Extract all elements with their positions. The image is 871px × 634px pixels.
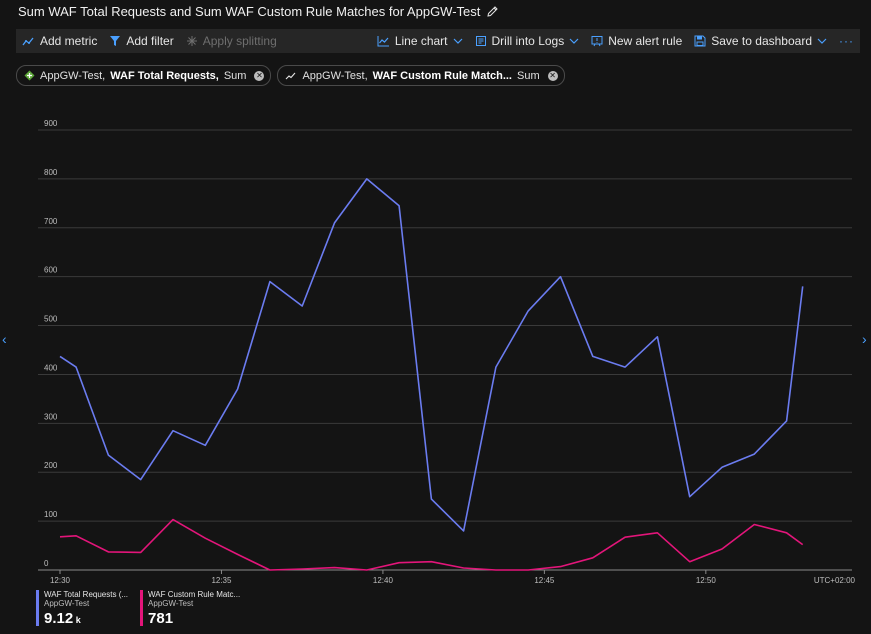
edit-pencil-icon[interactable] [486,5,499,18]
save-to-dashboard-label: Save to dashboard [711,34,812,48]
legend-item-total-requests[interactable]: WAF Total Requests (... AppGW-Test 9.12 … [36,590,128,629]
legend-metric-name: WAF Total Requests (... [44,590,129,599]
legend-value: 9.12 k [44,610,128,629]
x-tick-label: 12:45 [534,576,555,585]
chart-title: Sum WAF Total Requests and Sum WAF Custo… [18,4,481,19]
add-metric-label: Add metric [40,34,98,48]
line-chart-dropdown[interactable]: Line chart [371,34,469,48]
legend-color-bar [140,590,144,626]
y-tick-label: 400 [44,363,58,372]
x-tick-label: 12:35 [211,576,232,585]
y-tick-label: 800 [44,168,58,177]
chip-aggregation: Sum [517,69,540,82]
legend-value-number: 9.12 [44,610,74,627]
x-tick-label: 12:40 [373,576,394,585]
y-tick-label: 100 [44,510,58,519]
legend-resource: AppGW-Test [148,599,194,608]
save-icon [694,35,706,47]
series-line-custom-rule-matches [59,518,804,571]
more-options-button[interactable]: ··· [833,34,860,48]
app-gateway-icon [24,70,35,81]
add-metric-button[interactable]: Add metric [16,34,103,48]
y-tick-label: 500 [44,315,58,324]
apply-splitting-label: Apply splitting [202,34,277,48]
add-filter-label: Add filter [126,34,174,48]
save-to-dashboard-dropdown[interactable]: Save to dashboard [688,34,833,48]
line-chart-icon [377,36,389,47]
toolbar: Add metric Add filter Apply splitting Li… [16,29,860,53]
chevron-down-icon [569,38,579,44]
y-tick-label: 700 [44,217,58,226]
y-tick-label: 0 [44,559,49,568]
apply-splitting-button[interactable]: Apply splitting [180,34,283,48]
chip-aggregation: Sum [223,69,247,82]
filter-icon [110,36,121,46]
line-chart-label: Line chart [394,34,448,48]
close-icon[interactable]: ✕ [254,70,265,81]
legend-color-bar [36,590,39,626]
chip-metric: WAF Custom Rule Match... [372,69,512,82]
x-tick-label: 12:30 [50,576,71,585]
series-line-total-requests [59,178,804,532]
drill-into-logs-label: Drill into Logs [491,34,565,48]
chevron-down-icon [453,38,462,44]
legend-resource: AppGW-Test [44,599,90,608]
y-tick-label: 200 [44,461,58,470]
drill-into-logs-dropdown[interactable]: Drill into Logs [469,34,586,48]
alert-icon [591,36,603,47]
legend-value-number: 781 [148,610,174,627]
metrics-chart: 0 100 200 300 400 500 600 700 800 900 12:30 12:35 12… [38,119,856,585]
close-icon[interactable]: ✕ [547,70,558,81]
chart-legend: WAF Total Requests (... AppGW-Test 9.12 … [36,590,240,629]
more-icon: ··· [839,34,854,48]
add-metric-icon [22,37,34,46]
y-tick-label: 600 [44,266,58,275]
legend-item-custom-rule-matches[interactable]: WAF Custom Rule Matc... AppGW-Test 781 [140,590,240,629]
timezone-label: UTC+02:00 [814,576,856,585]
splitting-icon [186,36,197,46]
add-filter-button[interactable]: Add filter [103,34,179,48]
y-tick-label: 900 [44,119,58,128]
metric-chips: AppGW-Test, WAF Total Requests, Sum ✕ Ap… [16,65,565,86]
chevron-down-icon [817,38,827,44]
new-alert-rule-button[interactable]: New alert rule [585,34,688,48]
logs-icon [475,36,486,46]
legend-metric-name: WAF Custom Rule Matc... [148,590,241,599]
chip-resource: AppGW-Test, [40,69,106,82]
new-alert-rule-label: New alert rule [608,34,683,48]
y-tick-label: 300 [44,412,58,421]
chip-metric: WAF Total Requests, [110,69,219,82]
chart-title-bar: Sum WAF Total Requests and Sum WAF Custo… [18,4,499,19]
metric-chip-total-requests[interactable]: AppGW-Test, WAF Total Requests, Sum ✕ [16,65,272,86]
legend-value: 781 [148,610,240,629]
metric-line-icon [286,72,296,79]
legend-value-unit: k [75,615,81,625]
x-tick-label: 12:50 [696,576,717,585]
chip-resource: AppGW-Test, [302,69,368,82]
metric-chip-custom-rule-matches[interactable]: AppGW-Test, WAF Custom Rule Match... Sum… [277,65,565,86]
